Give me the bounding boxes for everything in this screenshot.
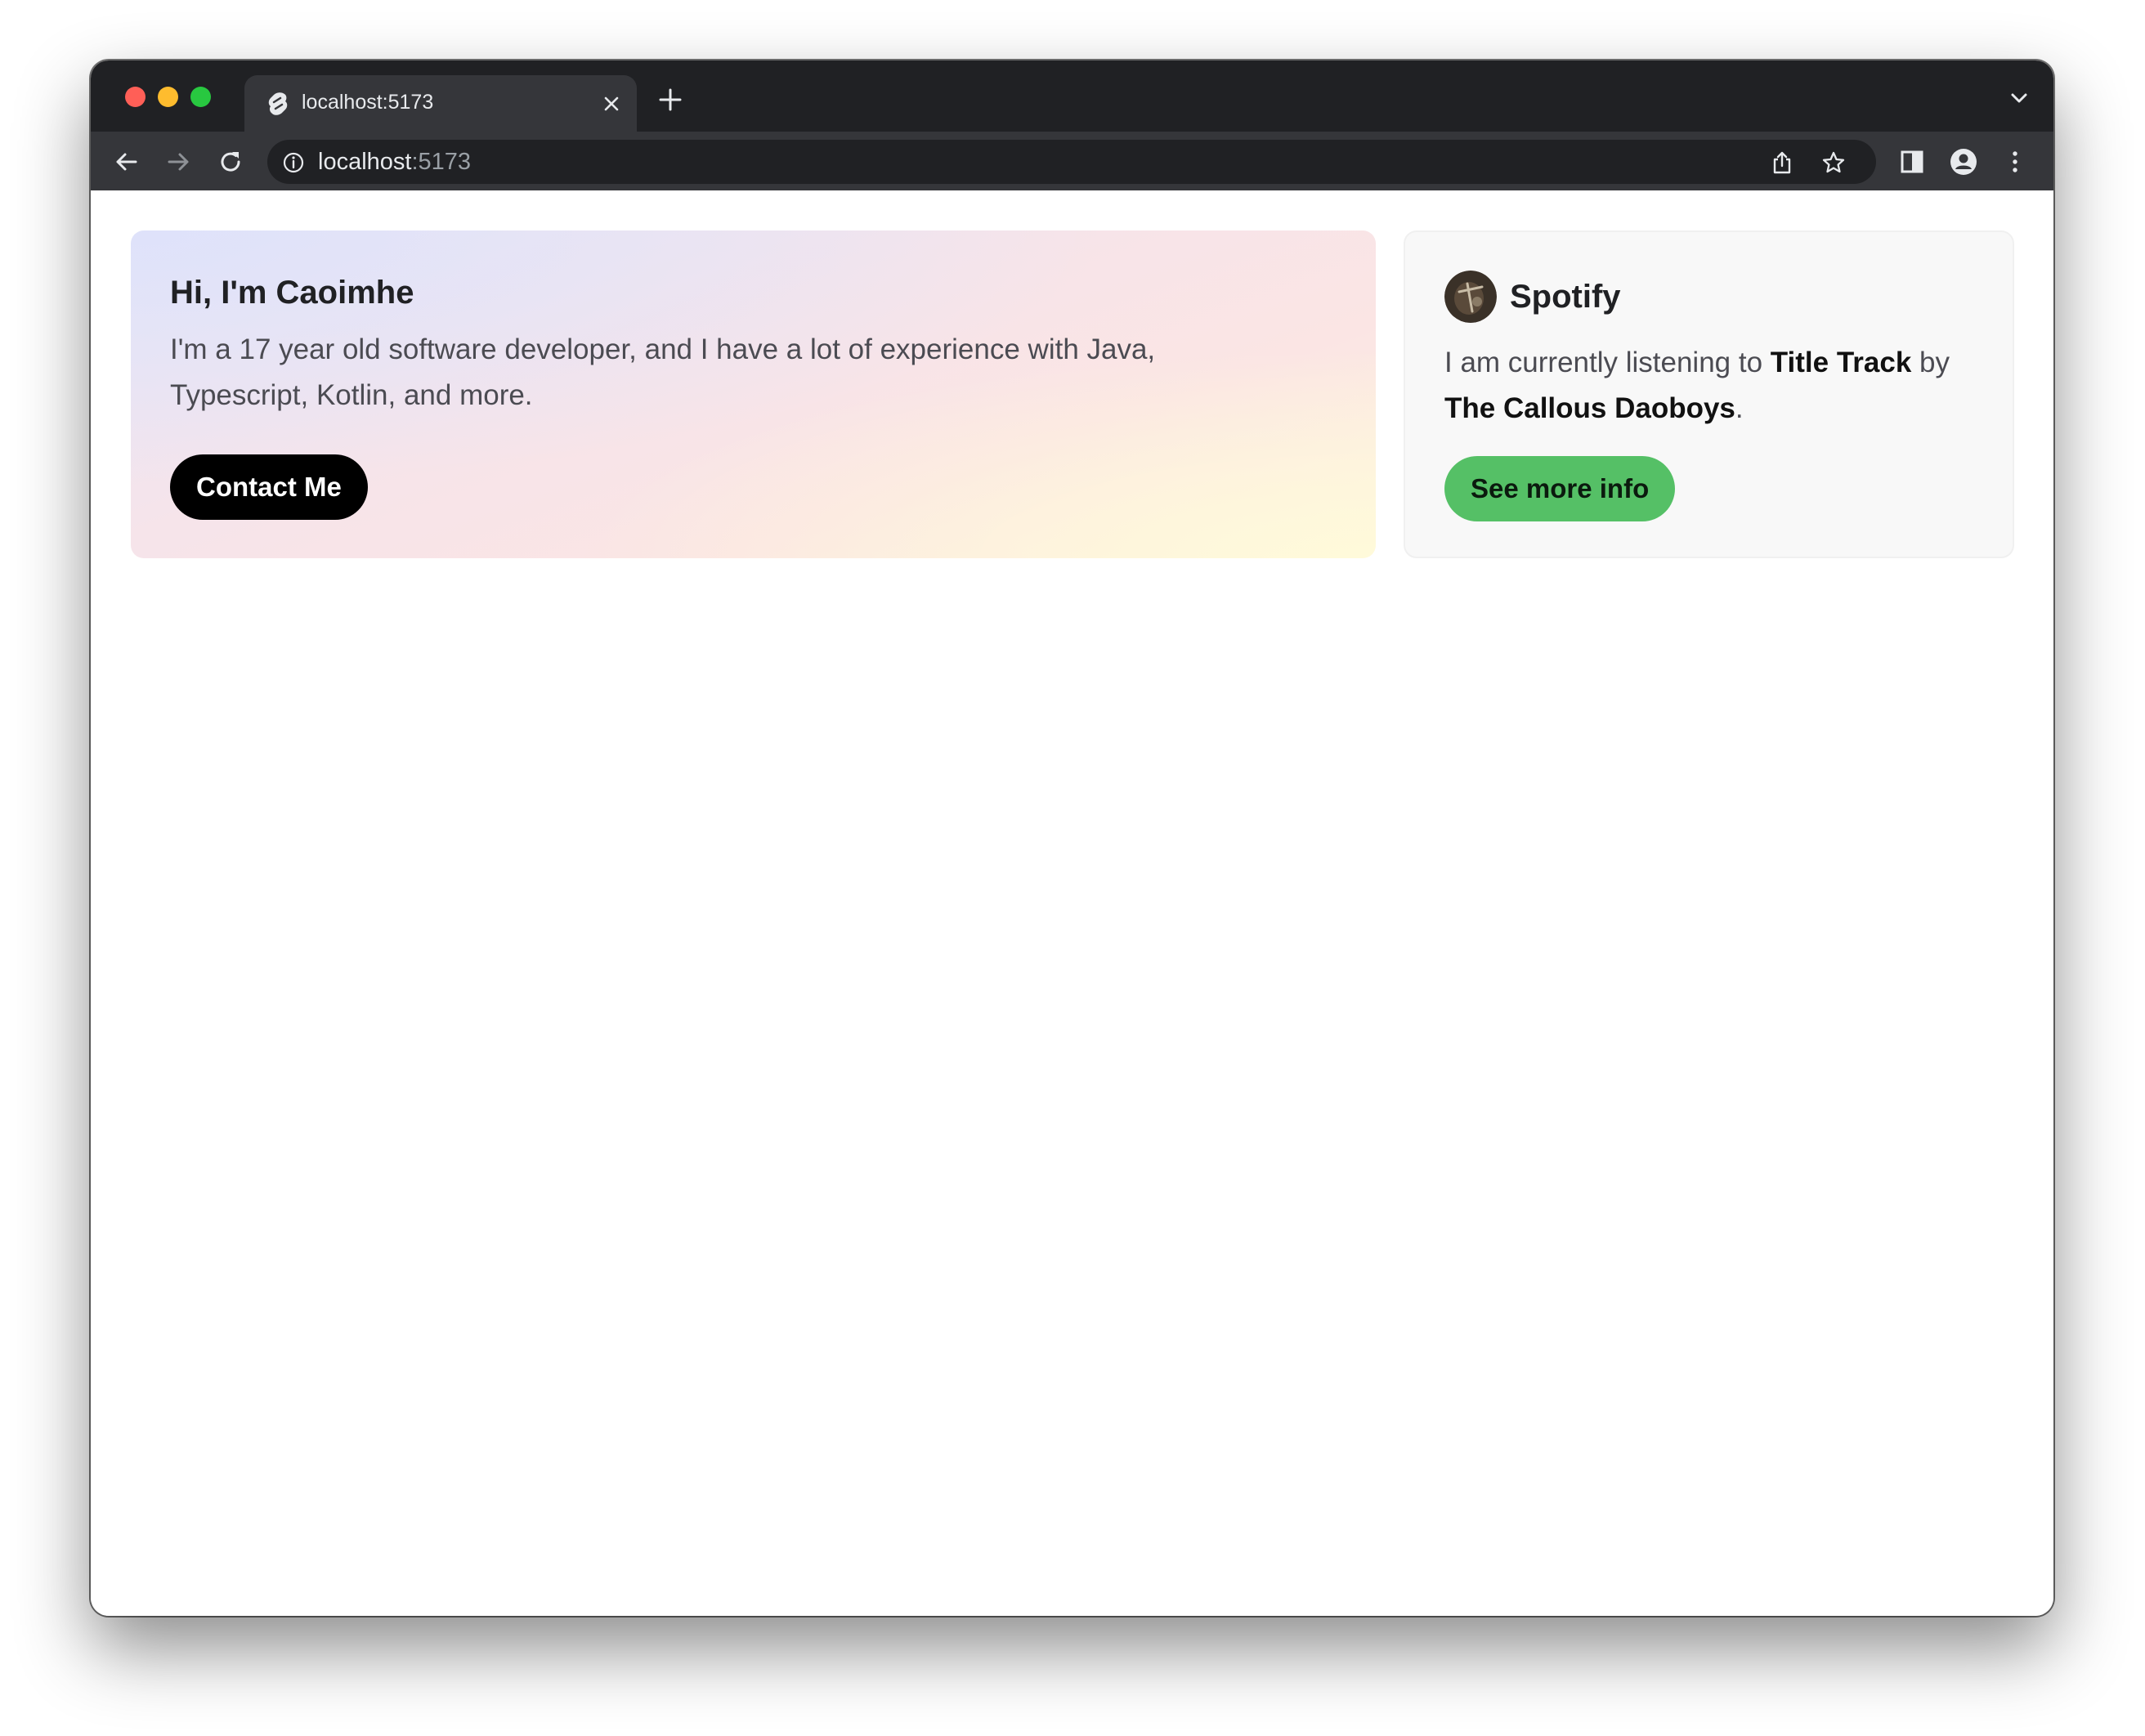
url-host: localhost [318, 149, 412, 175]
intro-heading: Hi, I'm Caoimhe [170, 275, 414, 311]
close-icon[interactable] [601, 93, 622, 114]
close-window-button[interactable] [125, 87, 146, 107]
now-playing-suffix: . [1735, 392, 1744, 424]
now-playing-text: I am currently listening to Title Track … [1444, 340, 1973, 432]
svelte-favicon-icon [268, 92, 288, 115]
contact-me-button[interactable]: Contact Me [170, 454, 368, 520]
minimize-window-button[interactable] [158, 87, 178, 107]
info-icon[interactable] [282, 151, 305, 174]
browser-window: localhost:5173 localhost:5173 Hi, I'm Ca… [91, 60, 2053, 1616]
now-playing-by: by [1911, 347, 1950, 378]
album-art-graphic [1444, 271, 1497, 323]
page-viewport: Hi, I'm Caoimhe I'm a 17 year old softwa… [91, 190, 2053, 1616]
spotify-title: Spotify [1510, 278, 1621, 315]
see-more-info-button[interactable]: See more info [1444, 456, 1676, 521]
maximize-window-button[interactable] [190, 87, 211, 107]
star-icon[interactable] [1821, 150, 1846, 175]
toolbar: localhost:5173 [91, 132, 2053, 190]
now-playing-prefix: I am currently listening to [1444, 347, 1771, 378]
browser-tab[interactable]: localhost:5173 [244, 75, 637, 132]
spotify-header: Spotify [1444, 270, 1973, 324]
share-icon[interactable] [1770, 150, 1794, 175]
album-art-image [1444, 271, 1497, 323]
forward-arrow-icon[interactable] [164, 148, 192, 176]
url-text: localhost:5173 [318, 149, 471, 176]
intro-card: Hi, I'm Caoimhe I'm a 17 year old softwa… [131, 230, 1376, 558]
url-port: :5173 [411, 149, 472, 175]
title-bar: localhost:5173 [91, 60, 2053, 132]
profile-icon[interactable] [1950, 148, 1977, 176]
back-arrow-icon[interactable] [113, 148, 141, 176]
address-bar[interactable]: localhost:5173 [267, 140, 1876, 184]
chevron-down-icon[interactable] [2009, 90, 2029, 106]
tab-title: localhost:5173 [302, 91, 434, 114]
side-panel-icon[interactable] [1898, 148, 1926, 176]
track-name: Title Track [1770, 347, 1912, 378]
reload-icon[interactable] [217, 148, 244, 176]
more-vertical-icon[interactable] [2001, 148, 2029, 176]
intro-description: I'm a 17 year old software developer, an… [170, 333, 1156, 411]
spotify-card: Spotify I am currently listening to Titl… [1404, 230, 2014, 558]
plus-icon[interactable] [657, 87, 683, 113]
artist-name: The Callous Daoboys [1444, 392, 1735, 424]
